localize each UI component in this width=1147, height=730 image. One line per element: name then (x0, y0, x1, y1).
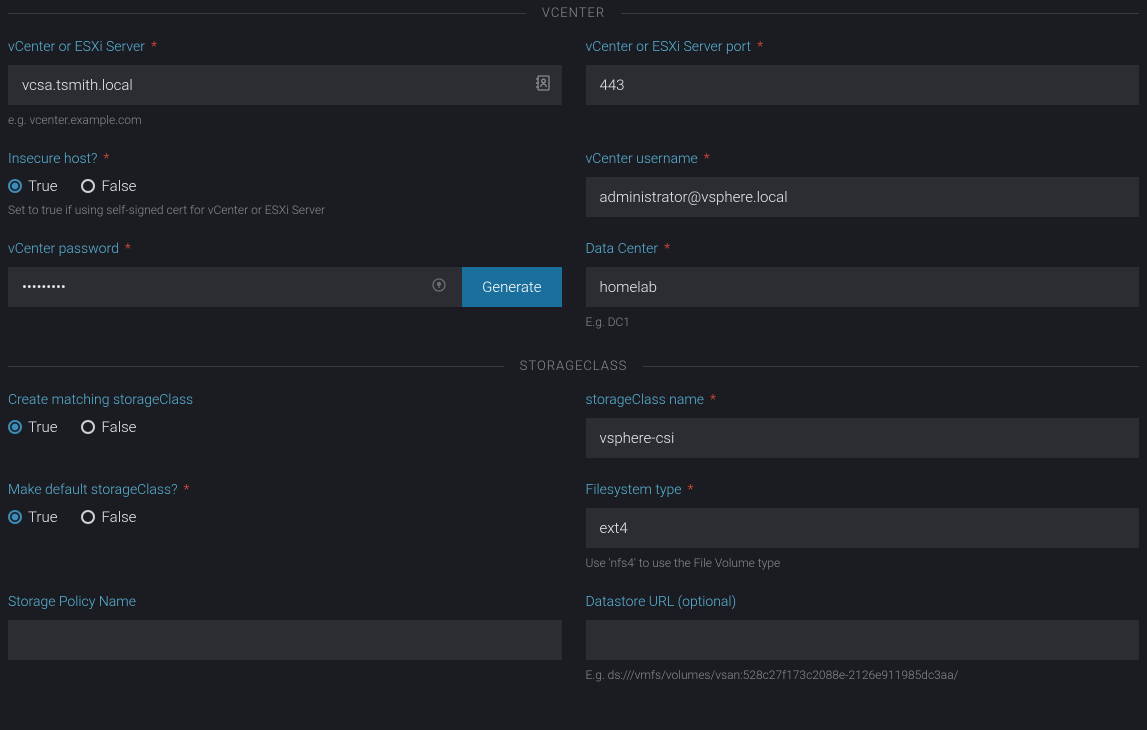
required-asterisk: * (151, 39, 157, 55)
filesystem-type-input[interactable] (586, 508, 1140, 548)
divider (643, 366, 1139, 367)
label-text: Filesystem type (586, 482, 682, 498)
field-hint: Set to true if using self-signed cert fo… (8, 203, 562, 217)
radio-false[interactable] (81, 420, 95, 434)
section-title: VCENTER (542, 6, 605, 21)
field-vcenter-username: vCenter username * (586, 151, 1140, 217)
label-text: vCenter or ESXi Server (8, 39, 145, 55)
field-vcenter-port: vCenter or ESXi Server port * (586, 39, 1140, 105)
contacts-icon (536, 75, 550, 95)
field-storage-policy: Storage Policy Name (8, 594, 562, 660)
radio-group-insecure: True False (8, 177, 562, 195)
datastore-url-input[interactable] (586, 620, 1140, 660)
field-filesystem-type: Filesystem type * Use 'nfs4' to use the F… (586, 482, 1140, 570)
required-asterisk: * (664, 241, 670, 257)
radio-option-false[interactable]: False (81, 177, 136, 195)
divider (621, 13, 1139, 14)
field-label: storageClass name * (586, 392, 1140, 408)
label-text: storageClass name (586, 392, 704, 408)
radio-false[interactable] (81, 179, 95, 193)
field-label: vCenter password * (8, 241, 562, 257)
vcenter-port-input[interactable] (586, 65, 1140, 105)
field-label: Create matching storageClass (8, 392, 562, 408)
required-asterisk: * (125, 241, 131, 257)
vcenter-username-input[interactable] (586, 177, 1140, 217)
radio-option-true[interactable]: True (8, 177, 57, 195)
field-label: Datastore URL (optional) (586, 594, 1140, 610)
radio-group-create-sc: True False (8, 418, 562, 436)
field-insecure-host: Insecure host? * True False Set to true i… (8, 151, 562, 217)
field-datacenter: Data Center * E.g. DC1 (586, 241, 1140, 329)
field-datastore-url: Datastore URL (optional) E.g. ds:///vmfs… (586, 594, 1140, 682)
radio-group-default-sc: True False (8, 508, 562, 526)
label-text: vCenter password (8, 241, 119, 257)
field-label: vCenter or ESXi Server * (8, 39, 562, 55)
radio-option-false[interactable]: False (81, 418, 136, 436)
field-create-storageclass: Create matching storageClass True False (8, 392, 562, 436)
divider (8, 13, 526, 14)
field-vcenter-password: vCenter password * Generate (8, 241, 562, 307)
radio-true[interactable] (8, 420, 22, 434)
datacenter-input[interactable] (586, 267, 1140, 307)
label-text: vCenter username (586, 151, 698, 167)
section-title: STORAGECLASS (520, 359, 628, 374)
lock-icon (432, 277, 446, 297)
field-default-storageclass: Make default storageClass? * True False (8, 482, 562, 526)
field-hint: E.g. DC1 (586, 315, 1140, 329)
field-hint: Use 'nfs4' to use the File Volume type (586, 556, 1140, 570)
radio-option-false[interactable]: False (81, 508, 136, 526)
radio-label: True (28, 177, 57, 195)
required-asterisk: * (688, 482, 694, 498)
label-text: Create matching storageClass (8, 392, 193, 408)
section-header-storageclass: STORAGECLASS (8, 359, 1139, 374)
field-label: Insecure host? * (8, 151, 562, 167)
required-asterisk: * (704, 151, 710, 167)
field-vcenter-server: vCenter or ESXi Server * e.g. vcenter.exa… (8, 39, 562, 127)
radio-label: False (101, 508, 136, 526)
field-label: Storage Policy Name (8, 594, 562, 610)
field-label: Filesystem type * (586, 482, 1140, 498)
field-label: vCenter or ESXi Server port * (586, 39, 1140, 55)
required-asterisk: * (183, 482, 189, 498)
storage-policy-input[interactable] (8, 620, 562, 660)
vcenter-server-input[interactable] (8, 65, 562, 105)
radio-label: False (101, 177, 136, 195)
radio-option-true[interactable]: True (8, 508, 57, 526)
radio-label: False (101, 418, 136, 436)
radio-label: True (28, 418, 57, 436)
field-label: vCenter username * (586, 151, 1140, 167)
storageclass-name-input[interactable] (586, 418, 1140, 458)
field-hint: E.g. ds:///vmfs/volumes/vsan:528c27f173c… (586, 668, 1140, 682)
label-text: Data Center (586, 241, 659, 257)
section-header-vcenter: VCENTER (8, 6, 1139, 21)
label-text: Datastore URL (optional) (586, 594, 737, 610)
radio-true[interactable] (8, 179, 22, 193)
label-text: Insecure host? (8, 151, 97, 167)
divider (8, 366, 504, 367)
required-asterisk: * (710, 392, 716, 408)
generate-button[interactable]: Generate (462, 267, 561, 307)
required-asterisk: * (757, 39, 763, 55)
radio-label: True (28, 508, 57, 526)
label-text: Storage Policy Name (8, 594, 136, 610)
radio-false[interactable] (81, 510, 95, 524)
radio-option-true[interactable]: True (8, 418, 57, 436)
field-label: Data Center * (586, 241, 1140, 257)
label-text: Make default storageClass? (8, 482, 177, 498)
required-asterisk: * (103, 151, 109, 167)
field-hint: e.g. vcenter.example.com (8, 113, 562, 127)
vcenter-password-input[interactable] (8, 267, 462, 307)
field-storageclass-name: storageClass name * (586, 392, 1140, 458)
radio-true[interactable] (8, 510, 22, 524)
label-text: vCenter or ESXi Server port (586, 39, 752, 55)
field-label: Make default storageClass? * (8, 482, 562, 498)
